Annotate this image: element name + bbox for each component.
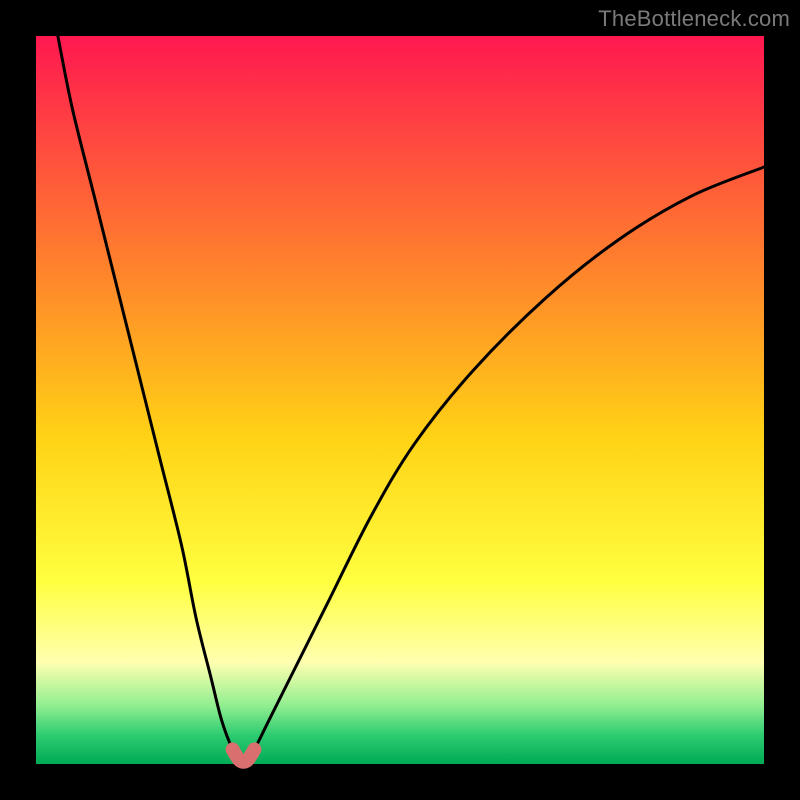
curve-layer [36,36,764,764]
chart-frame: TheBottleneck.com [0,0,800,800]
bottleneck-curve [58,36,764,762]
watermark-text: TheBottleneck.com [598,6,790,32]
optimal-region-highlight [233,749,255,761]
plot-area [36,36,764,764]
